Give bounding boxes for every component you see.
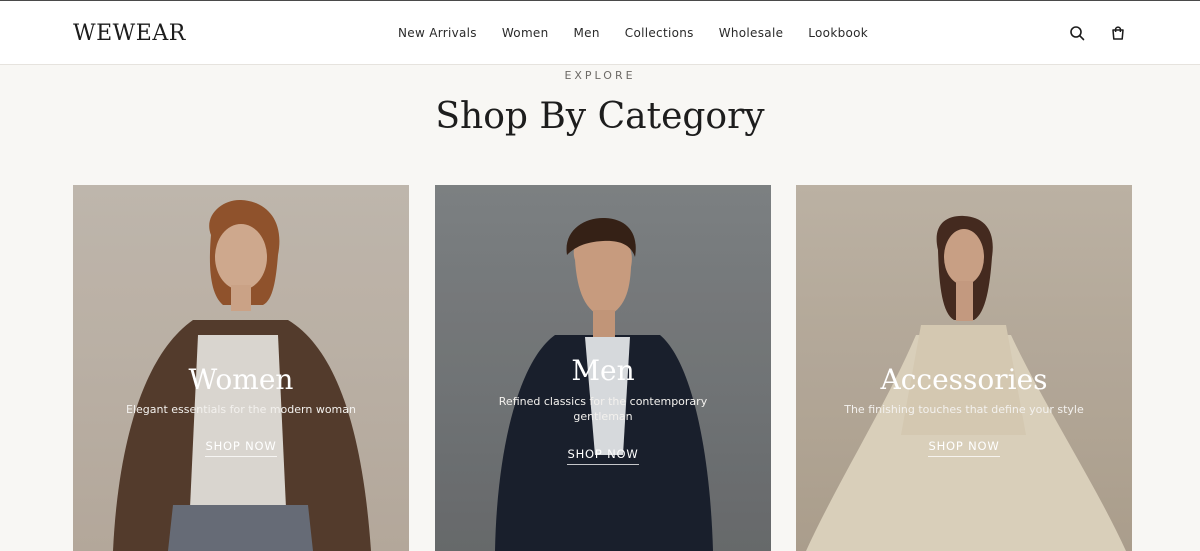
card-subtitle: Elegant essentials for the modern woman bbox=[126, 403, 356, 416]
site-header: WEWEAR New Arrivals Women Men Collection… bbox=[0, 1, 1200, 65]
shop-now-link[interactable]: SHOP NOW bbox=[796, 437, 1132, 457]
page-title: Shop By Category bbox=[435, 96, 765, 137]
card-title: Accessories bbox=[880, 363, 1048, 396]
nav-item-men[interactable]: Men bbox=[574, 25, 600, 41]
nav-item-women[interactable]: Women bbox=[502, 25, 549, 41]
card-title: Men bbox=[571, 354, 635, 387]
shop-now-label[interactable]: SHOP NOW bbox=[928, 439, 1000, 457]
category-card-men[interactable]: Men Refined classics for the contemporar… bbox=[435, 185, 771, 551]
card-title: Women bbox=[188, 363, 294, 396]
shop-now-link[interactable]: SHOP NOW bbox=[73, 437, 409, 457]
cart-icon bbox=[1112, 26, 1124, 40]
card-subtitle: Refined classics for the contemporary ge… bbox=[498, 395, 708, 423]
card-subtitle: The finishing touches that define your s… bbox=[844, 403, 1084, 416]
search-icon bbox=[1070, 26, 1085, 41]
search-button[interactable] bbox=[1067, 23, 1087, 43]
brand-logo[interactable]: WEWEAR bbox=[73, 21, 186, 47]
nav-item-collections[interactable]: Collections bbox=[625, 25, 694, 41]
shop-now-label[interactable]: SHOP NOW bbox=[567, 447, 639, 465]
main-nav: New Arrivals Women Men Collections Whole… bbox=[398, 25, 893, 41]
nav-item-lookbook[interactable]: Lookbook bbox=[808, 25, 868, 41]
shop-now-label[interactable]: SHOP NOW bbox=[205, 439, 277, 457]
nav-item-wholesale[interactable]: Wholesale bbox=[719, 25, 784, 41]
shop-now-link[interactable]: SHOP NOW bbox=[435, 445, 771, 465]
cart-button[interactable] bbox=[1108, 23, 1128, 43]
category-card-women[interactable]: Women Elegant essentials for the modern … bbox=[73, 185, 409, 551]
category-card-accessories[interactable]: Accessories The finishing touches that d… bbox=[796, 185, 1132, 551]
nav-item-new-arrivals[interactable]: New Arrivals bbox=[398, 25, 477, 41]
section-eyebrow: EXPLORE bbox=[564, 69, 636, 82]
